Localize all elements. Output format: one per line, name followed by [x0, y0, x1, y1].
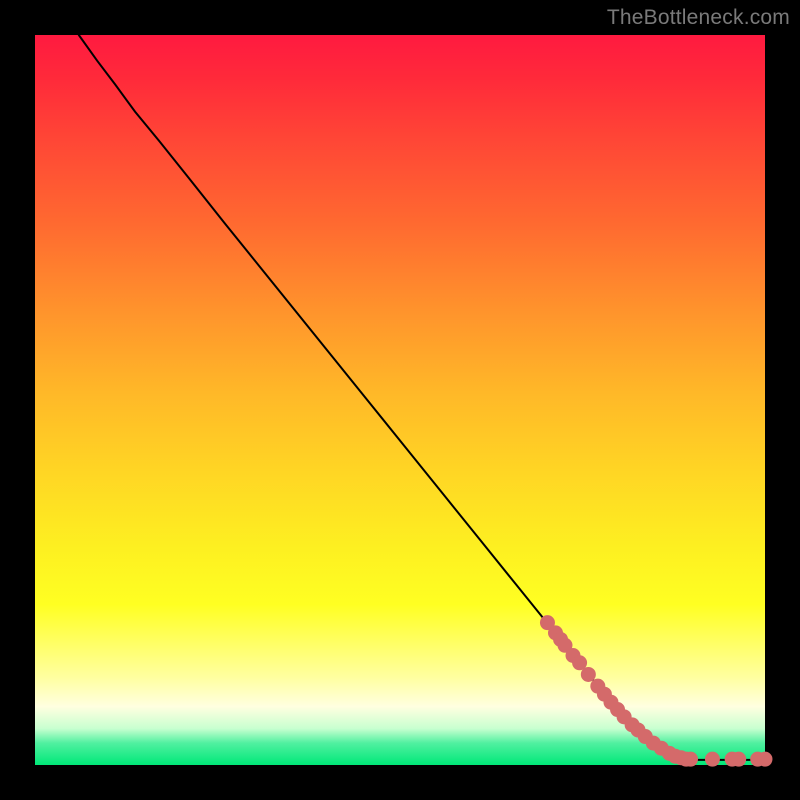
- scatter-dot: [705, 752, 720, 767]
- plot-area: [35, 35, 765, 765]
- chart-frame: TheBottleneck.com: [0, 0, 800, 800]
- scatter-dot: [581, 667, 596, 682]
- scatter-markers: [540, 615, 773, 767]
- curve-line: [79, 35, 765, 760]
- chart-svg: [35, 35, 765, 765]
- attribution-label: TheBottleneck.com: [607, 6, 790, 30]
- curve-path: [79, 35, 765, 760]
- scatter-dot: [683, 752, 698, 767]
- scatter-dot: [731, 752, 746, 767]
- scatter-dot: [758, 752, 773, 767]
